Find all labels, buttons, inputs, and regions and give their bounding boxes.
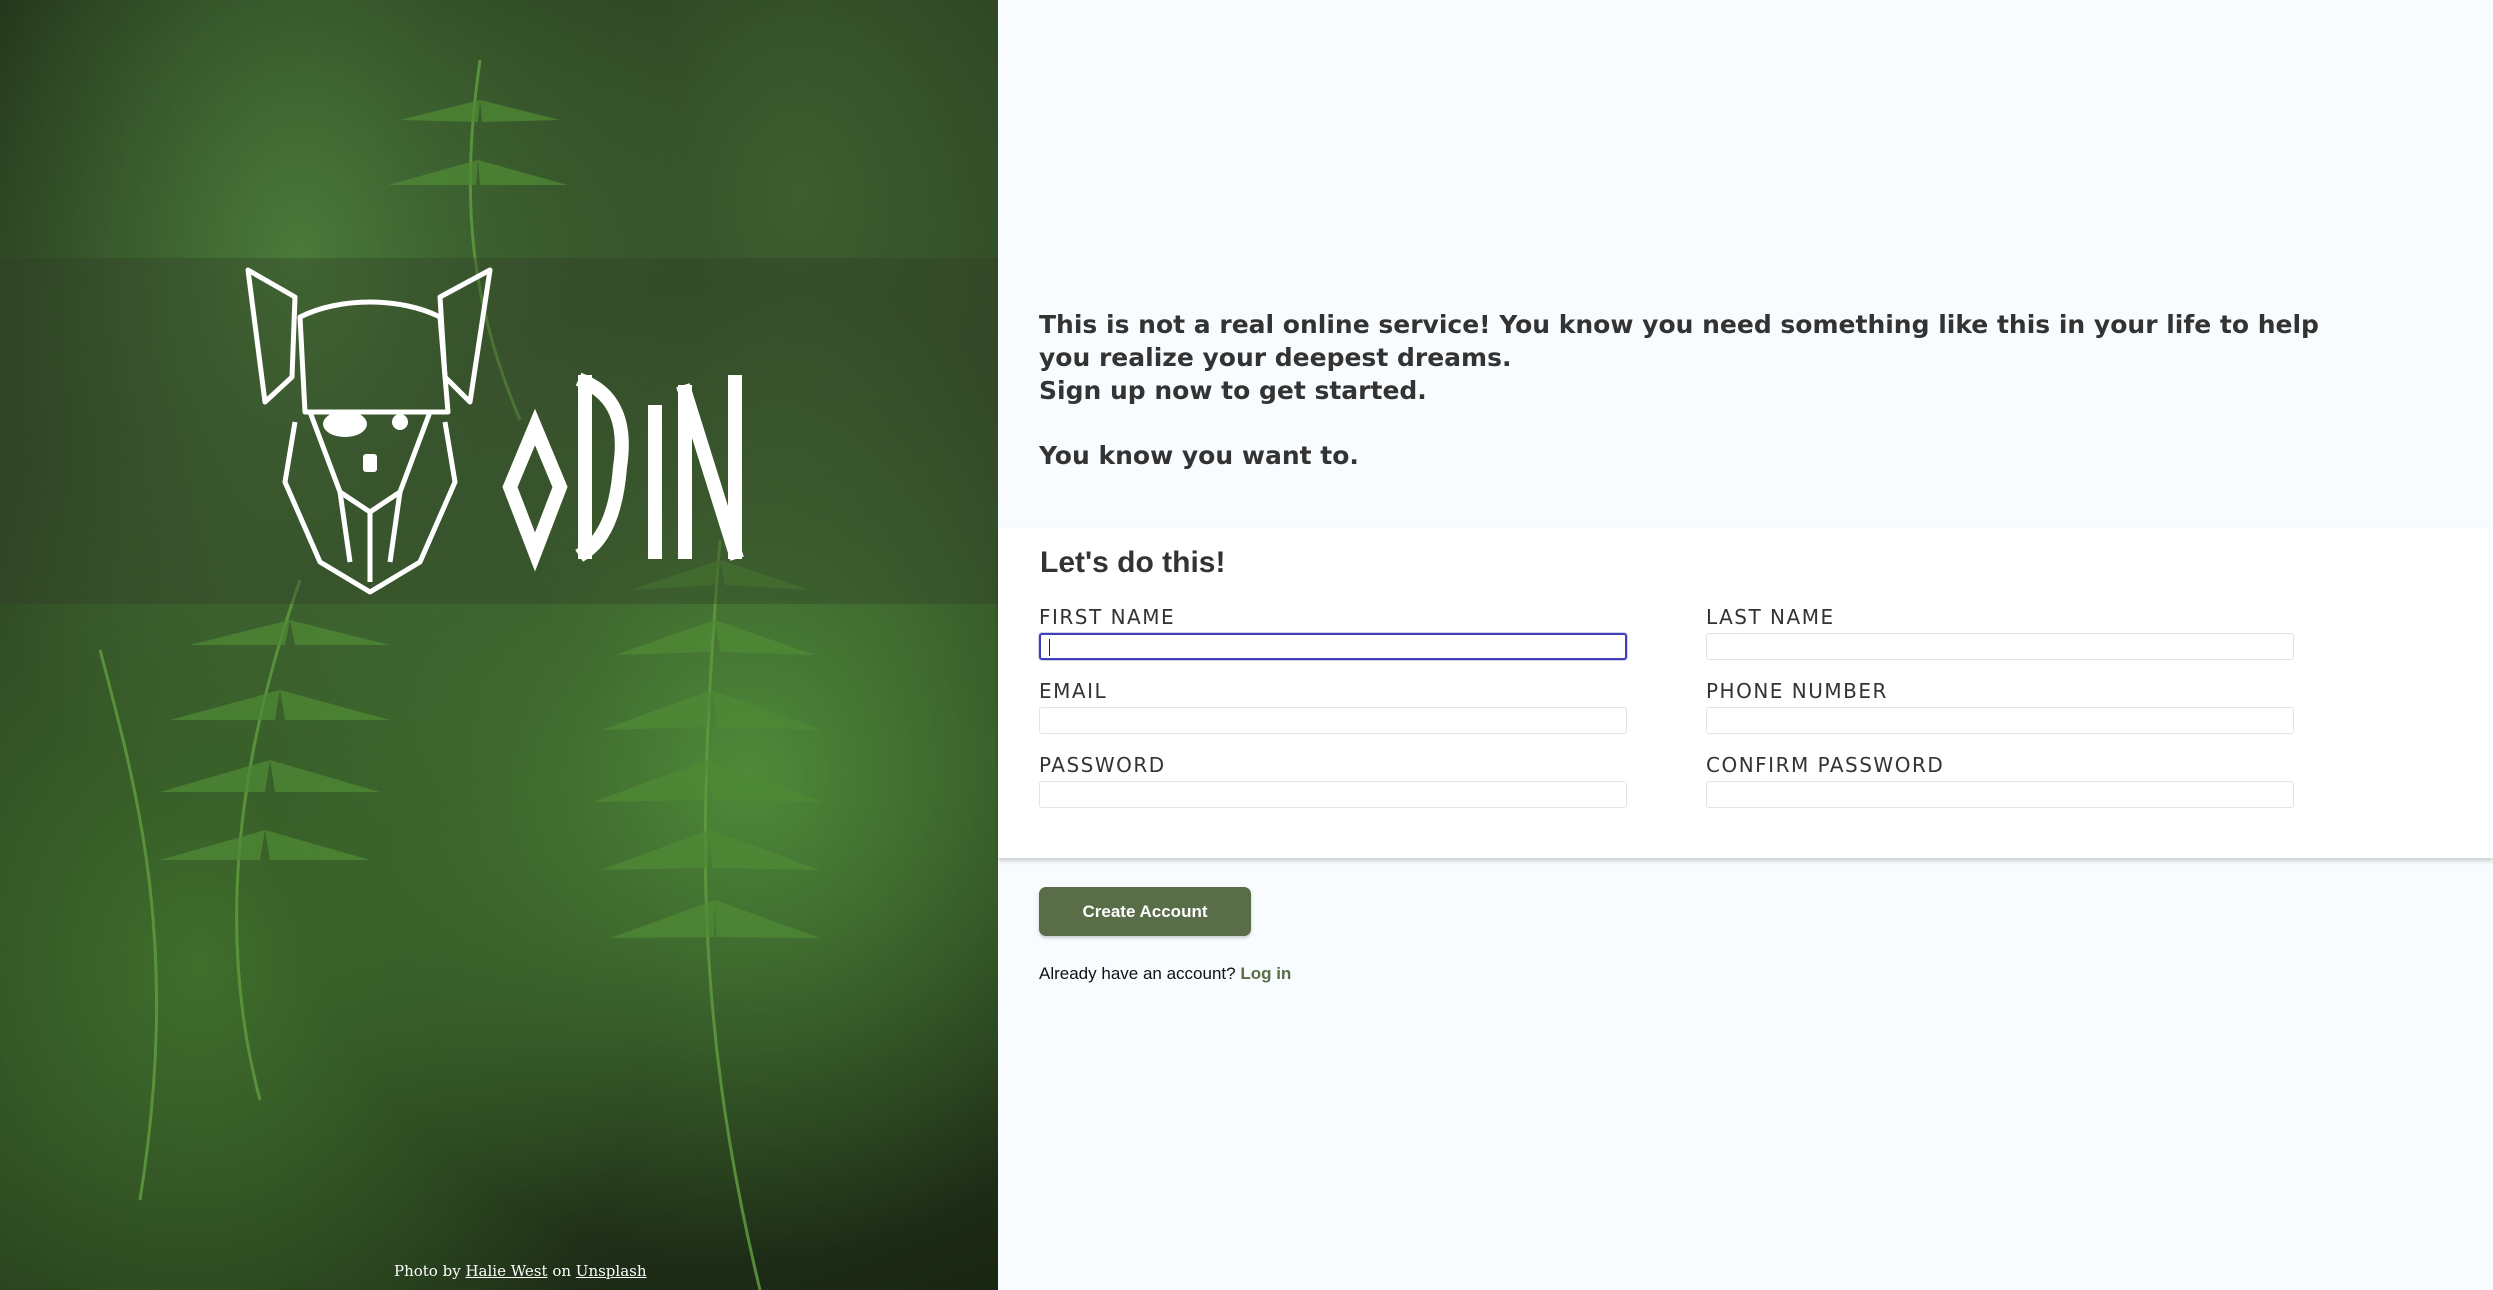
confirm-password-input[interactable] — [1706, 781, 2294, 808]
confirm-password-group: CONFIRM PASSWORD — [1706, 752, 2294, 808]
intro-text: This is not a real online service! You k… — [1039, 308, 2329, 472]
confirm-password-label: CONFIRM PASSWORD — [1706, 753, 1945, 777]
phone-group: PHONE NUMBER — [1706, 678, 2294, 734]
phone-input[interactable] — [1706, 707, 2294, 734]
phone-label: PHONE NUMBER — [1706, 679, 1888, 703]
first-name-input[interactable] — [1039, 633, 1627, 660]
odin-logo-icon — [245, 267, 744, 595]
first-name-label: FIRST NAME — [1039, 605, 1176, 629]
fern-background-image — [98, 59, 823, 1290]
form-title: Let's do this! — [1040, 546, 1226, 579]
email-label: EMAIL — [1039, 679, 1108, 703]
credit-prefix: Photo by — [394, 1262, 461, 1280]
photo-credit: Photo by Halie West on Unsplash — [394, 1262, 647, 1280]
last-name-input[interactable] — [1706, 633, 2294, 660]
create-account-button[interactable]: Create Account — [1039, 887, 1251, 936]
unsplash-link[interactable]: Unsplash — [576, 1262, 647, 1280]
password-group: PASSWORD — [1039, 752, 1627, 808]
last-name-group: LAST NAME — [1706, 604, 2294, 660]
password-label: PASSWORD — [1039, 753, 1166, 777]
intro-line-2: Sign up now to get started. — [1039, 376, 1427, 405]
hero-image-panel: Photo by Halie West on Unsplash — [0, 0, 998, 1290]
login-prompt-text: Already have an account? — [1039, 964, 1236, 983]
login-link[interactable]: Log in — [1240, 964, 1291, 983]
first-name-group: FIRST NAME — [1039, 604, 1627, 660]
author-link[interactable]: Halie West — [465, 1262, 547, 1280]
intro-line-3: You know you want to. — [1039, 441, 1359, 470]
login-prompt: Already have an account? Log in — [1039, 964, 1291, 984]
signup-form: Let's do this! FIRST NAME LAST NAME EMAI… — [998, 528, 2493, 858]
email-group: EMAIL — [1039, 678, 1627, 734]
credit-middle: on — [552, 1262, 572, 1280]
last-name-label: LAST NAME — [1706, 605, 1835, 629]
intro-line-1: This is not a real online service! You k… — [1039, 310, 2319, 372]
password-input[interactable] — [1039, 781, 1627, 808]
email-input[interactable] — [1039, 707, 1627, 734]
